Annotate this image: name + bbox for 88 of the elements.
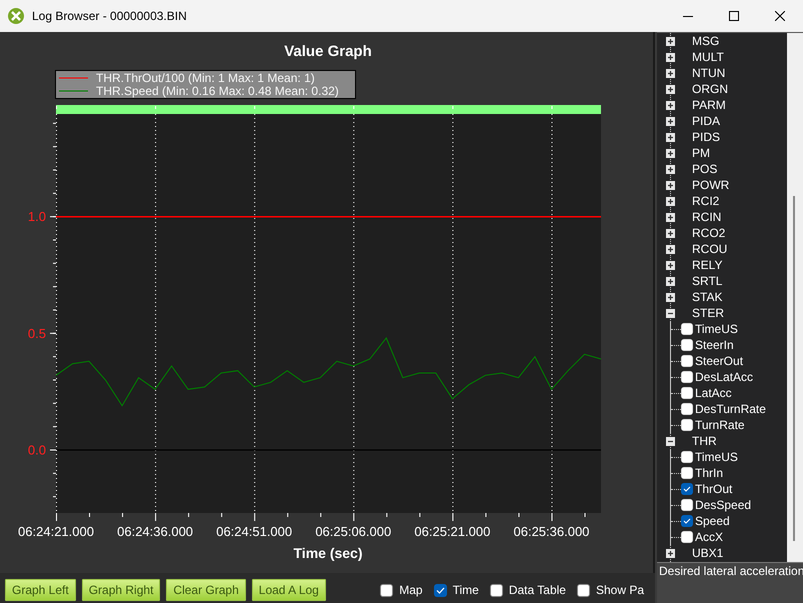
tree-item[interactable]: PIDA	[692, 114, 720, 128]
legend-label: THR.Speed (Min: 0.16 Max: 0.48 Mean: 0.32)	[96, 84, 339, 98]
tree-item[interactable]: TurnRate	[695, 418, 745, 432]
tree-item[interactable]: PARM	[692, 98, 726, 112]
expand-icon[interactable]	[666, 52, 675, 62]
toolbar-button[interactable]: Clear Graph	[166, 579, 246, 601]
tree-item[interactable]: STAK	[692, 290, 722, 304]
checkmark-icon	[683, 486, 691, 492]
x-tick-label: 06:25:36.000	[514, 524, 590, 539]
checkbox-label: Time	[452, 583, 479, 597]
expand-icon[interactable]	[666, 260, 675, 270]
expand-icon[interactable]	[666, 292, 675, 302]
checkbox-label: Data Table	[508, 583, 566, 597]
tree-item[interactable]: TimeUS	[695, 322, 738, 336]
checkbox-label: Map	[399, 583, 423, 597]
tree-item[interactable]: PIDS	[692, 130, 720, 144]
tree-item[interactable]: DesTurnRate	[695, 402, 766, 416]
toolbar-button[interactable]: Graph Left	[5, 579, 76, 601]
expand-icon[interactable]	[666, 196, 675, 206]
tree-item[interactable]: DesSpeed	[695, 498, 752, 512]
close-icon[interactable]	[775, 11, 785, 21]
tree-item[interactable]: RELY	[692, 258, 722, 272]
tree-item[interactable]: PM	[692, 146, 710, 160]
checkbox-label: Show Pa	[596, 583, 644, 597]
collapse-icon[interactable]	[666, 436, 675, 446]
checkbox[interactable]	[576, 584, 590, 596]
checkmark-icon	[683, 518, 691, 524]
expand-icon[interactable]	[666, 68, 675, 78]
tree-item[interactable]: STER	[692, 306, 724, 320]
expand-icon[interactable]	[666, 36, 675, 46]
expand-icon[interactable]	[666, 116, 675, 126]
x-tick-label: 06:24:36.000	[117, 524, 194, 539]
expand-icon[interactable]	[666, 132, 675, 142]
tree-item[interactable]: RCI2	[692, 194, 720, 208]
tree-item[interactable]: SteerOut	[695, 354, 744, 368]
expand-icon[interactable]	[666, 100, 675, 110]
collapse-icon[interactable]	[666, 308, 675, 318]
tree-item[interactable]: SRTL	[692, 274, 722, 288]
tree-item[interactable]: RCIN	[692, 210, 722, 224]
expand-icon[interactable]	[666, 276, 675, 286]
expand-icon[interactable]	[666, 228, 675, 238]
tree-item[interactable]: DesLatAcc	[695, 370, 754, 384]
tree-item[interactable]: POS	[692, 162, 718, 176]
maximize-icon[interactable]	[729, 11, 739, 21]
x-tick-label: 06:25:06.000	[315, 524, 392, 539]
tree-item[interactable]: TimeUS	[695, 450, 738, 464]
expand-icon[interactable]	[666, 148, 675, 158]
tree-item[interactable]: THR	[692, 434, 717, 448]
y-tick-label: 1.0	[28, 209, 46, 224]
chart-title: Value Graph	[284, 43, 372, 60]
expand-icon[interactable]	[666, 164, 675, 174]
checkbox[interactable]	[434, 584, 447, 596]
x-tick-label: 06:24:21.000	[18, 524, 94, 539]
toolbar-button[interactable]: Load A Log	[252, 579, 326, 601]
tree-item[interactable]: ThrIn	[695, 466, 724, 480]
tree-item[interactable]: LatAcc	[695, 386, 732, 400]
tree-item[interactable]: NTUN	[692, 66, 726, 80]
checkbox[interactable]	[681, 515, 693, 527]
expand-icon[interactable]	[666, 244, 675, 254]
expand-icon[interactable]	[666, 84, 675, 94]
tree-item[interactable]: POWR	[692, 178, 730, 192]
y-tick-label: 0.5	[28, 326, 46, 341]
checkbox[interactable]	[380, 584, 394, 596]
expand-icon[interactable]	[666, 548, 675, 558]
x-axis-title: Time (sec)	[294, 545, 362, 561]
tree-item[interactable]: ThrOut	[695, 482, 732, 496]
tree-item[interactable]: UBX1	[692, 546, 724, 560]
checkbox[interactable]	[490, 584, 503, 596]
tree-item[interactable]: Speed	[695, 514, 730, 528]
tree-item[interactable]: RCO2	[692, 226, 726, 240]
tree-item[interactable]: SteerIn	[695, 338, 734, 352]
tree-item[interactable]: AccX	[695, 530, 724, 544]
expand-icon[interactable]	[666, 180, 675, 190]
tree-item[interactable]: RCOU	[692, 242, 728, 256]
tree-item[interactable]: ORGN	[692, 82, 728, 96]
x-tick-label: 06:25:21.000	[414, 524, 490, 539]
legend-label: THR.ThrOut/100 (Min: 1 Max: 1 Mean: 1)	[96, 71, 315, 85]
x-tick-label: 06:24:51.000	[216, 524, 292, 539]
checkmark-icon	[436, 586, 445, 594]
expand-icon[interactable]	[666, 212, 675, 222]
y-tick-label: 0.0	[28, 442, 46, 458]
checkbox[interactable]	[681, 483, 693, 495]
scrollbar[interactable]	[787, 33, 803, 562]
toolbar-button[interactable]: Graph Right	[82, 579, 160, 601]
app-logo-icon	[8, 8, 24, 24]
tree-item[interactable]: MULT	[692, 50, 724, 64]
window-title: Log Browser - 00000003.BIN	[32, 9, 188, 23]
tree-item[interactable]: MSG	[692, 34, 720, 48]
